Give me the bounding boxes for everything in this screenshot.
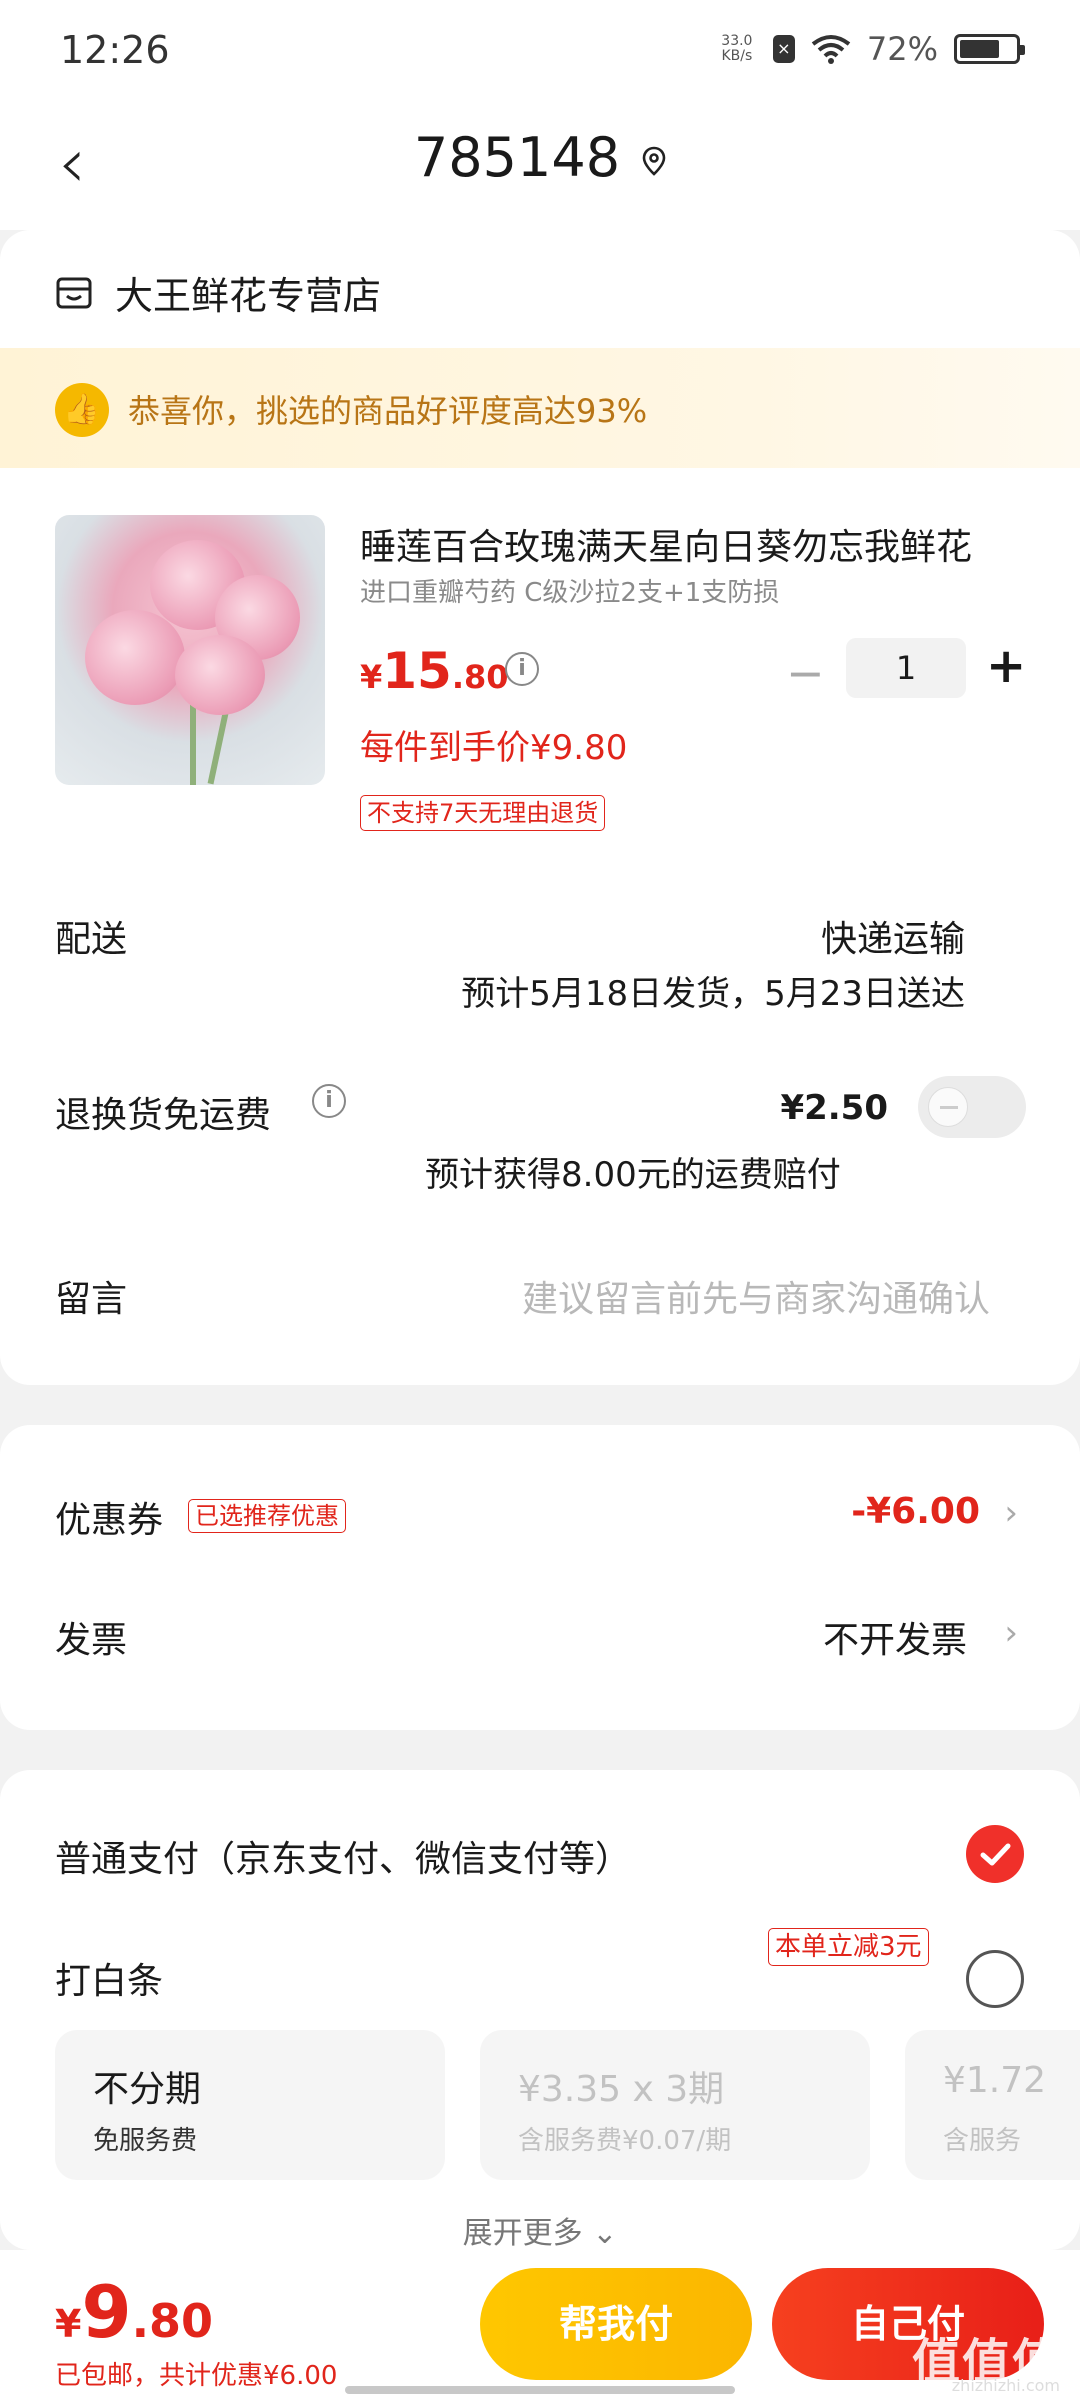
- battery-icon: [954, 34, 1025, 64]
- discount-card: 优惠券 已选推荐优惠 -¥6.00 › 发票 不开发票 ›: [0, 1425, 1080, 1730]
- installment-title: ¥1.72: [943, 2060, 1047, 2101]
- delivery-method: 快递运输: [820, 919, 965, 960]
- installment-sub: 含服务费¥0.07/期: [518, 2126, 732, 2156]
- product-spec[interactable]: 进口重瓣芍药 C级沙拉2支+1支防损: [360, 572, 779, 609]
- installment-title: 不分期: [93, 2069, 202, 2110]
- normal-pay-label[interactable]: 普通支付（京东支付、微信支付等）: [55, 1830, 631, 1882]
- status-icons: 33.0 KB/s × 72%: [717, 30, 1025, 68]
- invoice-label: 发票: [55, 1620, 128, 1661]
- total-decimal: .80: [131, 2294, 214, 2348]
- return-insurance-price: ¥2.50: [780, 1088, 888, 1128]
- return-insurance-note: 预计获得8.00元的运费赔付: [425, 1155, 841, 1195]
- status-time: 12:26: [60, 28, 170, 72]
- price-info-icon[interactable]: i: [505, 652, 539, 686]
- network-speed: 33.0 KB/s: [717, 34, 757, 64]
- nav-bar: ‹ 785148: [0, 100, 1080, 230]
- rating-banner-text: 恭喜你，挑选的商品好评度高达93%: [128, 392, 648, 430]
- installment-option[interactable]: ¥3.35 x 3期 含服务费¥0.07/期: [480, 2030, 870, 2180]
- quantity-input[interactable]: 1: [846, 638, 966, 698]
- chevron-right-icon[interactable]: ›: [1004, 1613, 1018, 1653]
- thumbs-up-icon: 👍: [55, 383, 109, 437]
- expand-more-label: 展开更多: [462, 2216, 583, 2250]
- battery-percent: 72%: [866, 30, 938, 68]
- price-symbol: ¥: [360, 658, 383, 696]
- price-integer: 15: [382, 642, 452, 700]
- total-symbol: ¥: [55, 2302, 82, 2346]
- final-price: 每件到手价¥9.80: [360, 728, 628, 768]
- chevron-right-icon[interactable]: ›: [1004, 1493, 1018, 1533]
- store-name: 大王鲜花专营店: [115, 274, 382, 318]
- quantity-decrease-button[interactable]: −: [786, 646, 825, 700]
- toggle-knob: [928, 1087, 968, 1127]
- installment-title: ¥3.35 x 3期: [518, 2069, 725, 2110]
- delivery-label: 配送: [55, 919, 128, 960]
- product-price: ¥15.80: [360, 642, 509, 700]
- rating-banner: 👍 恭喜你，挑选的商品好评度高达93%: [0, 348, 1080, 468]
- order-item-card: 大王鲜花专营店 👍 恭喜你，挑选的商品好评度高达93% 睡莲百合玫瑰满天星向日葵…: [0, 230, 1080, 1385]
- baitiao-label[interactable]: 打白条: [55, 1952, 163, 2004]
- total-price: ¥9.80: [55, 2270, 213, 2354]
- total-integer: 9: [81, 2270, 132, 2354]
- wifi-icon: [811, 35, 851, 64]
- net-speed-unit: KB/s: [721, 48, 753, 64]
- return-policy-badge: 不支持7天无理由退货: [360, 795, 606, 831]
- store-header[interactable]: 大王鲜花专营店: [55, 265, 381, 320]
- coupon-label: 优惠券: [55, 1500, 164, 1541]
- normal-pay-radio-checked[interactable]: [966, 1825, 1024, 1883]
- net-speed-value: 33.0: [721, 33, 753, 49]
- baitiao-radio[interactable]: [966, 1950, 1024, 2008]
- delivery-estimate: 预计5月18日发货，5月23日送达: [461, 974, 965, 1014]
- price-decimal: .80: [451, 658, 509, 696]
- battery-fill: [960, 40, 999, 58]
- baitiao-discount-badge: 本单立减3元: [768, 1928, 929, 1966]
- help-pay-button[interactable]: 帮我付: [480, 2268, 752, 2380]
- page-title-text: 785148: [413, 126, 621, 189]
- store-icon: [56, 277, 92, 308]
- checkmark-icon: [980, 1843, 1011, 1866]
- expand-more-button[interactable]: 展开更多 ⌄: [0, 2208, 1080, 2250]
- status-bar: 12:26 33.0 KB/s × 72%: [0, 0, 1080, 100]
- installment-sub: 含服务: [943, 2126, 1022, 2156]
- return-insurance-label: 退换货免运费: [55, 1095, 272, 1136]
- return-insurance-toggle[interactable]: [918, 1076, 1026, 1138]
- installment-option[interactable]: 不分期 免服务费: [55, 2030, 445, 2180]
- home-indicator[interactable]: [345, 2386, 735, 2394]
- location-pin-icon: [642, 147, 666, 177]
- page-title[interactable]: 785148: [0, 126, 1080, 189]
- message-input[interactable]: 建议留言前先与商家沟通确认: [522, 1270, 990, 1322]
- total-summary: 已包邮，共计优惠¥6.00: [55, 2361, 338, 2391]
- message-label: 留言: [55, 1279, 128, 1320]
- sim-off-icon: ×: [772, 35, 795, 63]
- quantity-increase-button[interactable]: +: [986, 638, 1026, 694]
- product-image[interactable]: [55, 515, 325, 785]
- invoice-value[interactable]: 不开发票: [823, 1611, 967, 1663]
- installment-sub: 免服务费: [93, 2126, 198, 2156]
- payment-card: 普通支付（京东支付、微信支付等） 打白条 本单立减3元 不分期 免服务费 ¥3.…: [0, 1770, 1080, 2250]
- return-insurance-info-icon[interactable]: i: [312, 1084, 346, 1118]
- product-title[interactable]: 睡莲百合玫瑰满天星向日葵勿忘我鲜花: [360, 518, 1020, 570]
- installment-option[interactable]: ¥1.72 含服务: [905, 2030, 1080, 2180]
- coupon-value[interactable]: -¥6.00: [851, 1491, 980, 1532]
- coupon-recommended-badge: 已选推荐优惠: [188, 1499, 346, 1533]
- watermark-site: zhizhizhi.com: [951, 2376, 1060, 2395]
- chevron-down-icon: ⌄: [592, 2216, 618, 2250]
